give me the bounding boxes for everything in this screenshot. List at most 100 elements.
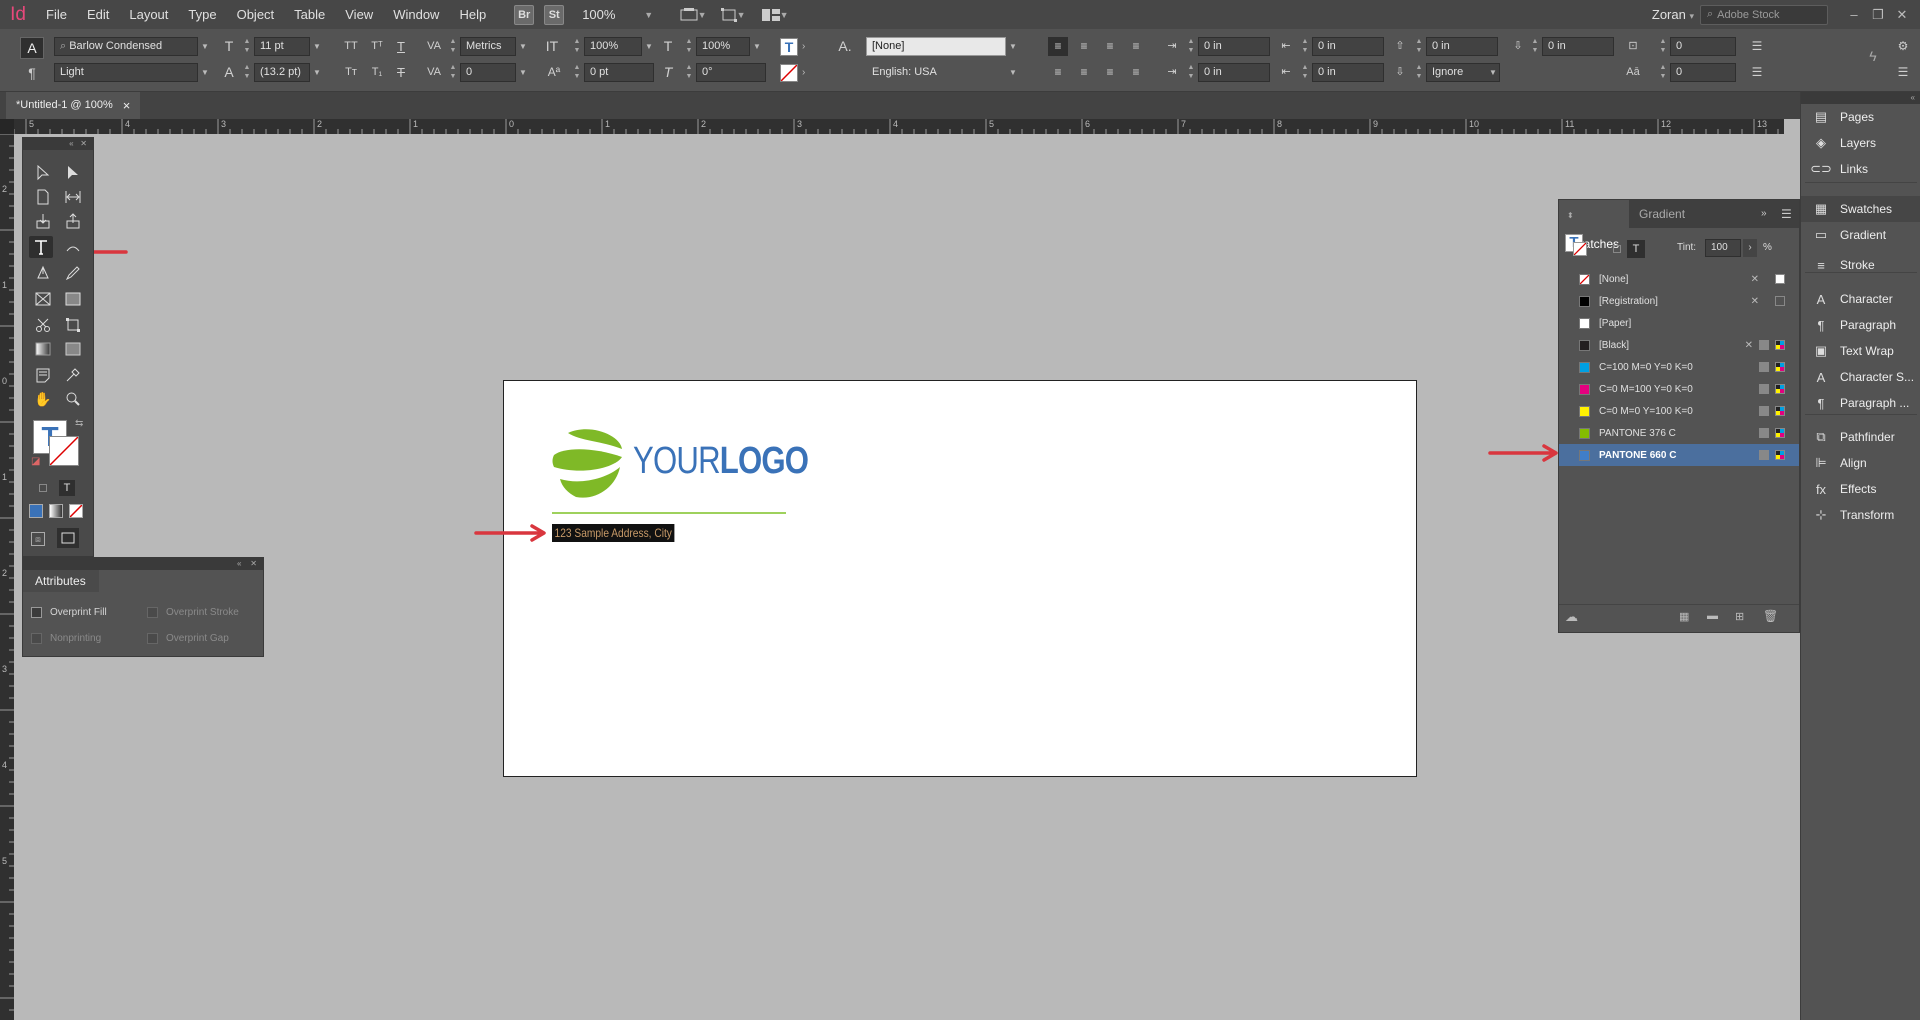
type-tool-icon[interactable] xyxy=(29,236,53,258)
dock-item-paragraph-styles[interactable]: ¶ Paragraph ... xyxy=(1801,390,1920,416)
document-tab[interactable]: *Untitled-1 @ 100% × xyxy=(6,92,141,119)
content-collector-tool-icon[interactable] xyxy=(31,210,55,232)
tools-panel-header[interactable]: « ✕ xyxy=(23,138,93,150)
screen-mode-toggle-icon[interactable] xyxy=(57,528,79,548)
vertical-scale-field[interactable]: 100% xyxy=(584,37,642,56)
zoom-level-dropdown[interactable]: 100% xyxy=(582,7,644,22)
dock-item-character-styles[interactable]: A Character S... xyxy=(1801,364,1920,390)
swap-fill-stroke-icon[interactable]: ⇆ xyxy=(75,418,87,430)
direct-selection-tool-icon[interactable] xyxy=(61,162,85,184)
gradient-swatch-tool-icon[interactable] xyxy=(31,338,55,360)
close-tab-icon[interactable]: × xyxy=(123,92,131,119)
swatch-row[interactable]: C=0 M=100 Y=0 K=0 xyxy=(1559,378,1799,400)
overprint-gap-checkbox[interactable]: Overprint Gap xyxy=(147,633,229,644)
space-after-stepper-2[interactable]: ▲ ▼ xyxy=(1530,37,1540,56)
swatch-row[interactable]: C=0 M=0 Y=100 K=0 xyxy=(1559,400,1799,422)
logo-leaf-icon[interactable] xyxy=(550,427,624,501)
drop-cap-chars-stepper[interactable]: ▲ ▼ xyxy=(1658,63,1668,82)
new-swatch-icon[interactable]: ⊞ xyxy=(1735,610,1744,623)
apply-color-icon[interactable] xyxy=(29,504,43,518)
new-color-group-icon[interactable]: ▬ xyxy=(1707,610,1718,622)
horizontal-scale-field[interactable]: 100% xyxy=(696,37,750,56)
leading-chevron-icon[interactable]: ▼ xyxy=(310,63,324,82)
eyedropper-tool-icon[interactable] xyxy=(61,364,85,386)
formatting-container-icon[interactable] xyxy=(1613,245,1621,253)
text-stroke-chevron-icon[interactable]: › xyxy=(802,64,814,82)
address-text-frame[interactable]: 123 Sample Address, City xyxy=(552,524,675,542)
font-size-chevron-icon[interactable]: ▼ xyxy=(310,37,324,56)
swatch-row[interactable]: [Paper] xyxy=(1559,312,1799,334)
small-caps-icon[interactable]: Tт xyxy=(340,63,362,82)
bullets-list-icon[interactable]: ☰ xyxy=(1748,37,1766,56)
panel-settings-gear-icon[interactable]: ⚙ xyxy=(1894,37,1912,56)
overprint-fill-checkbox[interactable]: Overprint Fill xyxy=(31,607,107,618)
tracking-stepper[interactable]: ▲ ▼ xyxy=(448,63,458,82)
swatch-row[interactable]: C=100 M=0 Y=0 K=0 xyxy=(1559,356,1799,378)
drop-cap-chars-field[interactable]: 0 xyxy=(1670,63,1736,82)
first-line-indent-stepper[interactable]: ▲ ▼ xyxy=(1186,63,1196,82)
close-tools-icon[interactable]: ✕ xyxy=(80,139,87,148)
logo-divider-line[interactable] xyxy=(552,512,786,514)
tab-swatches[interactable]: ⬍ Swatches xyxy=(1559,200,1629,251)
tracking-chevron-icon[interactable]: ▼ xyxy=(516,63,530,82)
menu-edit[interactable]: Edit xyxy=(77,0,119,29)
stroke-proxy-none-icon[interactable] xyxy=(1573,242,1587,256)
tint-slider-button[interactable]: › xyxy=(1743,239,1757,257)
kerning-field[interactable]: Metrics xyxy=(460,37,516,56)
vertical-scale-chevron-icon[interactable]: ▼ xyxy=(642,37,656,56)
kerning-stepper[interactable]: ▲ ▼ xyxy=(448,37,458,56)
right-indent-stepper[interactable]: ▲ ▼ xyxy=(1300,37,1310,56)
justify-right-icon[interactable]: ≡ xyxy=(1074,63,1094,82)
attributes-tab[interactable]: Attributes xyxy=(23,570,99,592)
space-after-stepper[interactable]: ▲ ▼ xyxy=(1414,63,1424,82)
skew-stepper[interactable]: ▲ ▼ xyxy=(684,63,694,82)
last-line-indent-stepper[interactable]: ▲ ▼ xyxy=(1300,63,1310,82)
dock-item-swatches[interactable]: ▦ Swatches xyxy=(1801,196,1920,222)
space-before-field[interactable]: 0 in xyxy=(1426,37,1498,56)
quick-apply-icon[interactable]: ϟ xyxy=(1864,47,1882,66)
pen-tool-icon[interactable] xyxy=(31,262,55,284)
align-spine-icon[interactable]: ≡ xyxy=(1126,63,1146,82)
drop-cap-lines-stepper[interactable]: ▲ ▼ xyxy=(1658,37,1668,56)
normal-view-mode-icon[interactable]: ⧈ xyxy=(31,532,45,546)
strikethrough-icon[interactable]: T xyxy=(392,63,410,82)
font-size-stepper[interactable]: ▲ ▼ xyxy=(242,37,252,56)
collapse-tools-icon[interactable]: « xyxy=(69,139,73,148)
vertical-ruler[interactable]: 2 1 0 1 2 3 4 5 xyxy=(0,134,14,1020)
default-fill-stroke-icon[interactable]: ◪ xyxy=(31,456,43,468)
apply-none-icon[interactable] xyxy=(69,504,83,518)
dock-item-pages[interactable]: ▤ Pages xyxy=(1801,104,1920,130)
apply-gradient-icon[interactable] xyxy=(49,504,63,518)
dock-item-pathfinder[interactable]: ⧉ Pathfinder xyxy=(1801,424,1920,450)
control-panel-menu-icon[interactable]: ☰ xyxy=(1894,63,1912,82)
paragraph-formatting-mode-button[interactable]: ¶ xyxy=(20,62,44,84)
adobe-stock-search-input[interactable]: ⌕ Adobe Stock xyxy=(1700,4,1828,25)
font-size-field[interactable]: 11 pt xyxy=(254,37,310,56)
hyphenation-chevron-icon[interactable]: ▼ xyxy=(1486,63,1500,82)
character-style-field[interactable]: [None] xyxy=(866,37,1006,56)
zoom-tool-icon[interactable] xyxy=(61,388,85,410)
text-stroke-swatch[interactable] xyxy=(780,64,798,82)
drop-cap-lines-field[interactable]: 0 xyxy=(1670,37,1736,56)
menu-object[interactable]: Object xyxy=(227,0,285,29)
minimize-window-icon[interactable]: – xyxy=(1842,7,1866,22)
character-formatting-mode-button[interactable]: A xyxy=(20,37,44,59)
swatch-row[interactable]: PANTONE 376 C xyxy=(1559,422,1799,444)
arrange-documents-icon[interactable]: ▼ xyxy=(759,5,791,25)
cc-libraries-icon[interactable]: ☁ xyxy=(1565,609,1578,625)
scissors-tool-icon[interactable] xyxy=(31,314,55,336)
swatch-row[interactable]: [Black] ✕ xyxy=(1559,334,1799,356)
text-fill-chevron-icon[interactable]: › xyxy=(802,38,814,56)
gradient-feather-tool-icon[interactable] xyxy=(61,338,85,360)
superscript-icon[interactable]: Tᵀ xyxy=(366,37,388,56)
hand-tool-icon[interactable]: ✋ xyxy=(31,388,55,410)
rectangle-tool-icon[interactable] xyxy=(61,288,85,310)
ruler-origin[interactable] xyxy=(0,119,14,134)
show-swatch-kinds-icon[interactable]: ▦ xyxy=(1679,610,1689,623)
menu-view[interactable]: View xyxy=(335,0,383,29)
font-style-chevron-icon[interactable]: ▼ xyxy=(198,63,212,82)
pencil-tool-icon[interactable] xyxy=(61,262,85,284)
menu-layout[interactable]: Layout xyxy=(119,0,178,29)
dock-item-gradient[interactable]: ▭ Gradient xyxy=(1801,222,1920,248)
space-before-stepper[interactable]: ▲ ▼ xyxy=(1414,37,1424,56)
